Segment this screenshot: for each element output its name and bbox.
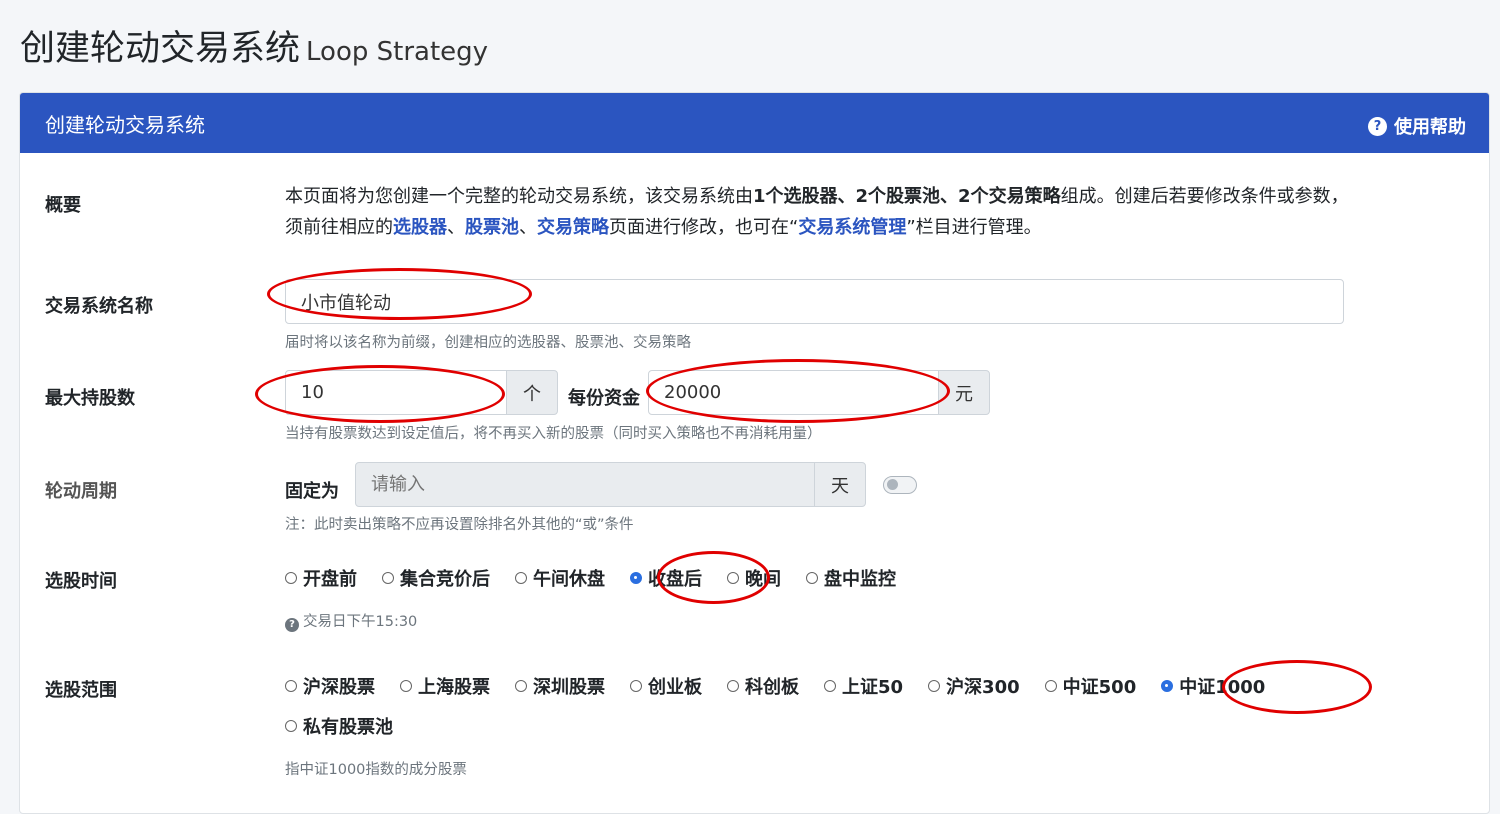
radio-button[interactable]: [824, 680, 836, 692]
cycle-toggle[interactable]: [883, 476, 917, 494]
cycle-hint: 注：此时卖出策略不应再设置除排名外其他的“或”条件: [285, 517, 634, 533]
radio-button[interactable]: [1044, 680, 1057, 692]
cycle-input[interactable]: [355, 462, 815, 507]
cycle-label: 轮动周期: [45, 481, 117, 502]
radio-option[interactable]: 上证50: [824, 673, 903, 699]
overview-text-1: 本页面将为您创建一个完整的轮动交易系统，该交易系统由: [285, 186, 753, 207]
name-label: 交易系统名称: [45, 296, 153, 317]
help-link[interactable]: ? 使用帮助: [1368, 113, 1466, 139]
link-system-manage[interactable]: 交易系统管理: [798, 217, 906, 238]
radio-option[interactable]: 上海股票: [400, 673, 490, 699]
radio-label: 开盘前: [303, 569, 357, 590]
overview-text-4: ”栏目进行管理。: [906, 217, 1042, 238]
cycle-prefix: 固定为: [285, 481, 339, 502]
pick-time-hint-text: 交易日下午15:30: [303, 614, 418, 630]
radio-option[interactable]: 沪深300: [928, 673, 1020, 699]
max-hold-label: 最大持股数: [45, 388, 135, 409]
radio-label: 收盘后: [648, 569, 702, 590]
max-hold-unit: 个: [506, 370, 558, 415]
radio-button[interactable]: [515, 572, 527, 584]
radio-label: 创业板: [648, 677, 702, 698]
overview-text-3: 页面进行修改，也可在“: [609, 217, 799, 238]
radio-option[interactable]: 晚间: [727, 565, 781, 591]
page-title: 创建轮动交易系统 Loop Strategy: [20, 20, 488, 71]
radio-label: 深圳股票: [533, 677, 605, 698]
link-strategy[interactable]: 交易策略: [537, 217, 609, 238]
radio-option[interactable]: 中证1000: [1161, 673, 1265, 699]
radio-option[interactable]: 收盘后: [630, 565, 702, 591]
radio-option[interactable]: 科创板: [727, 673, 799, 699]
max-hold-input[interactable]: [285, 370, 507, 415]
card-header: 创建轮动交易系统 ? 使用帮助: [20, 93, 1489, 153]
radio-button[interactable]: [928, 680, 941, 692]
page-subtitle: Loop Strategy: [306, 37, 489, 67]
radio-button[interactable]: [630, 572, 642, 584]
radio-label: 上海股票: [418, 677, 490, 698]
radio-button[interactable]: [515, 680, 527, 692]
pick-range-radio-group-2: 私有股票池: [285, 713, 418, 739]
radio-option[interactable]: 沪深股票: [285, 673, 375, 699]
pick-range-label: 选股范围: [45, 680, 117, 701]
fund-input[interactable]: [648, 370, 939, 415]
pick-time-radio-group: 开盘前 集合竞价后 午间休盘 收盘后 晚间 盘中监控: [285, 565, 921, 591]
toggle-knob: [887, 479, 898, 490]
radio-button[interactable]: [1161, 680, 1174, 692]
overview-bold: 1个选股器、2个股票池、2个交易策略: [753, 186, 1061, 207]
radio-option[interactable]: 中证500: [1044, 673, 1137, 699]
radio-label: 沪深300: [946, 677, 1020, 698]
radio-label: 中证500: [1062, 677, 1137, 698]
card-title: 创建轮动交易系统: [45, 113, 205, 137]
name-hint: 届时将以该名称为前缀，创建相应的选股器、股票池、交易策略: [285, 335, 691, 351]
link-stock-pool[interactable]: 股票池: [465, 217, 519, 238]
radio-label: 晚间: [745, 569, 781, 590]
radio-option[interactable]: 集合竞价后: [382, 565, 490, 591]
radio-button[interactable]: [727, 572, 739, 584]
radio-label: 私有股票池: [303, 717, 393, 738]
radio-button[interactable]: [382, 572, 394, 584]
radio-option[interactable]: 盘中监控: [806, 565, 896, 591]
pick-time-hint: ? 交易日下午15:30: [285, 610, 417, 632]
radio-button[interactable]: [285, 680, 297, 692]
radio-button[interactable]: [400, 680, 412, 692]
pick-range-hint: 指中证1000指数的成分股票: [285, 762, 467, 778]
overview-text: 本页面将为您创建一个完整的轮动交易系统，该交易系统由1个选股器、2个股票池、2个…: [285, 181, 1365, 243]
radio-label: 沪深股票: [303, 677, 375, 698]
radio-label: 集合竞价后: [400, 569, 490, 590]
overview-sep-1: 、: [447, 217, 465, 238]
radio-option[interactable]: 私有股票池: [285, 713, 393, 739]
radio-button[interactable]: [285, 720, 297, 732]
radio-label: 午间休盘: [533, 569, 605, 590]
pick-range-radio-group: 沪深股票 上海股票 深圳股票 创业板 科创板 上证50 沪深300 中证500 中证1000: [285, 673, 1290, 699]
radio-label: 中证1000: [1179, 677, 1266, 698]
pick-time-label: 选股时间: [45, 571, 117, 592]
overview-sep-2: 、: [519, 217, 537, 238]
cycle-unit: 天: [814, 462, 866, 507]
radio-option[interactable]: 午间休盘: [515, 565, 605, 591]
fund-unit: 元: [938, 370, 990, 415]
radio-button[interactable]: [806, 572, 818, 584]
link-selector[interactable]: 选股器: [393, 217, 447, 238]
overview-label: 概要: [45, 195, 81, 216]
question-circle-icon: ?: [1368, 116, 1387, 136]
radio-button[interactable]: [727, 680, 739, 692]
question-circle-icon: ?: [285, 617, 299, 632]
radio-button[interactable]: [285, 572, 297, 584]
fund-label: 每份资金: [568, 388, 640, 409]
help-label: 使用帮助: [1394, 117, 1466, 138]
radio-option[interactable]: 开盘前: [285, 565, 357, 591]
radio-label: 盘中监控: [824, 569, 896, 590]
radio-button[interactable]: [630, 680, 642, 692]
radio-label: 科创板: [745, 677, 799, 698]
radio-option[interactable]: 深圳股票: [515, 673, 605, 699]
radio-label: 上证50: [842, 677, 904, 698]
max-hold-hint: 当持有股票数达到设定值后，将不再买入新的股票（同时买入策略也不再消耗用量）: [285, 426, 822, 442]
form-card: 创建轮动交易系统 ? 使用帮助 概要 本页面将为您创建一个完整的轮动交易系统，该…: [19, 92, 1490, 814]
radio-option[interactable]: 创业板: [630, 673, 702, 699]
system-name-input[interactable]: [285, 279, 1344, 324]
page-title-text: 创建轮动交易系统: [20, 29, 301, 69]
